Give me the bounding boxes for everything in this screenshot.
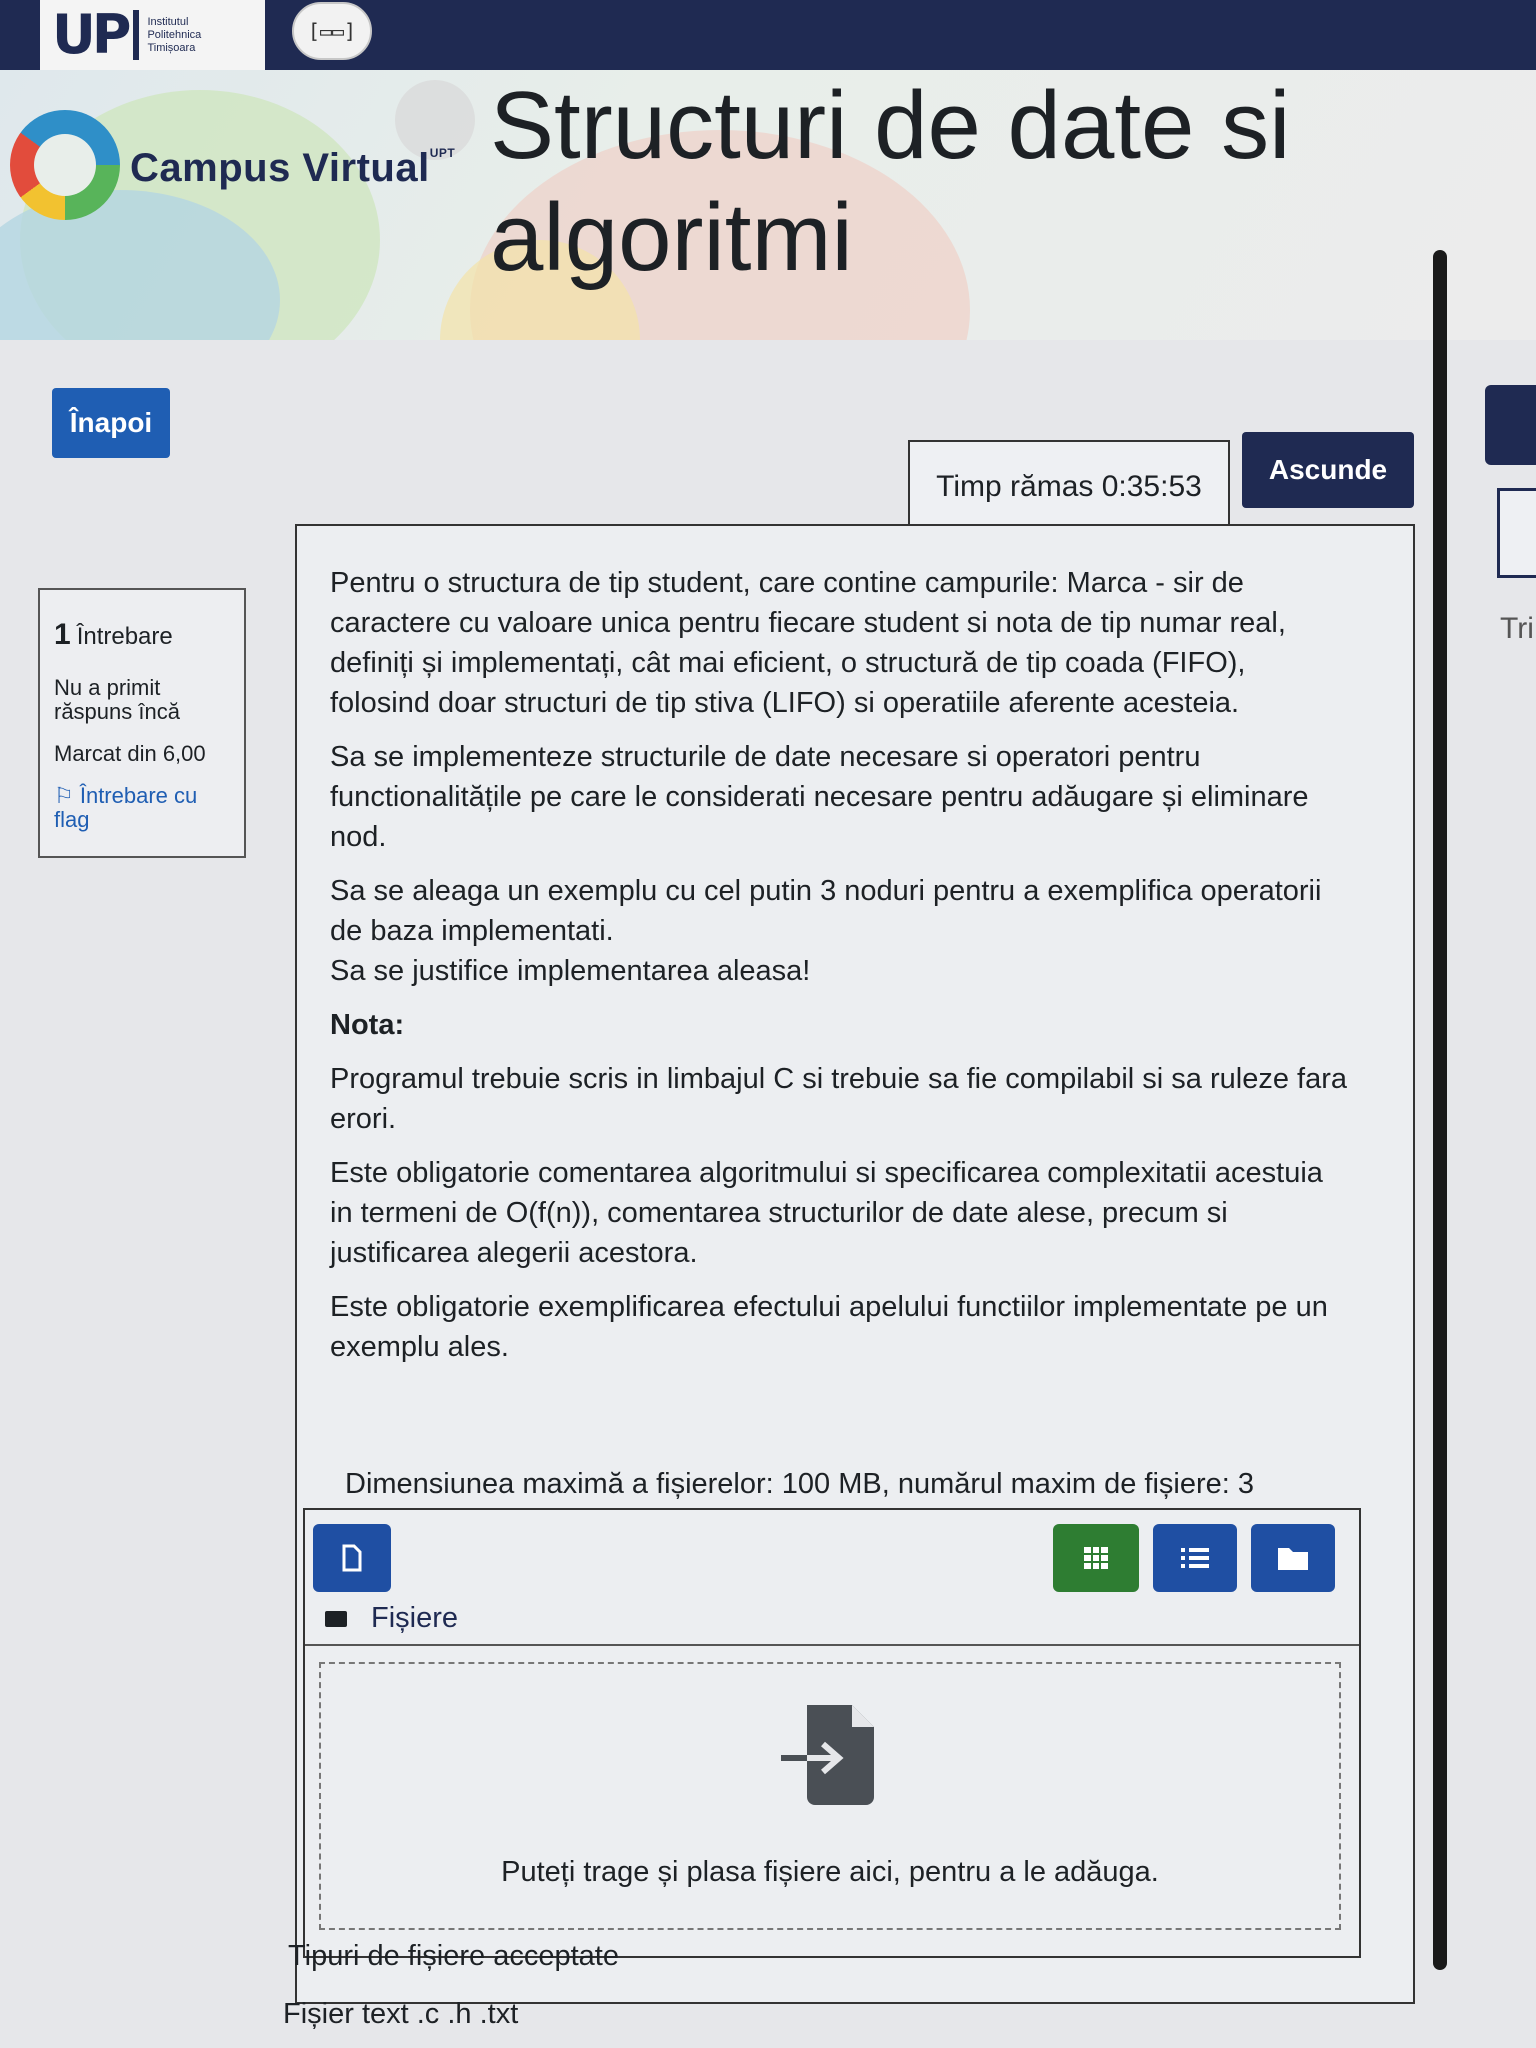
upt-logo-text: UP xyxy=(52,3,131,66)
menu-icon[interactable] xyxy=(1485,385,1536,465)
add-file-button[interactable] xyxy=(313,1524,391,1592)
page-title: Structuri de date si algoritmi xyxy=(490,72,1291,291)
grid-view-icon xyxy=(1084,1547,1108,1569)
back-button[interactable]: Înapoi xyxy=(52,388,170,458)
side-panel-toggle[interactable] xyxy=(1497,488,1536,578)
upt-logo-subtext: Institutul Politehnica Timișoara xyxy=(147,15,202,54)
flag-icon: ⚐ xyxy=(54,783,80,808)
question-paragraph: Sa se aleaga un exemplu cu cel putin 3 n… xyxy=(330,875,1322,947)
timer-display: Timp rămas 0:35:53 xyxy=(908,440,1230,534)
question-number: 1 xyxy=(54,618,71,651)
accepted-types-list: Fișier text .c .h .txt xyxy=(283,1998,519,2030)
side-panel-partial-text: Tri xyxy=(1500,612,1534,645)
question-paragraph: Sa se justifice implementarea aleasa! xyxy=(330,955,811,987)
course-banner: Campus VirtualUPT Structuri de date si a… xyxy=(0,70,1536,340)
page-scrollbar[interactable] xyxy=(1433,250,1447,1970)
cv-badge-icon[interactable]: [▭▭] xyxy=(292,2,372,60)
note-heading: Nota: xyxy=(330,1009,405,1041)
note-paragraph: Este obligatorie exemplificarea efectulu… xyxy=(330,1291,1328,1363)
folder-view-button[interactable] xyxy=(1251,1524,1335,1592)
flag-question-link[interactable]: ⚐ Întrebare cu flag xyxy=(54,784,228,832)
note-paragraph: Este obligatorie comentarea algoritmului… xyxy=(330,1157,1323,1269)
files-breadcrumb[interactable]: Fișiere xyxy=(325,1602,458,1635)
list-view-button[interactable] xyxy=(1153,1524,1237,1592)
question-label: Întrebare xyxy=(76,623,173,650)
answer-status: Nu a primit răspuns încă xyxy=(54,675,180,724)
hide-timer-button[interactable]: Ascunde xyxy=(1242,432,1414,508)
question-paragraph: Sa se implementeze structurile de date n… xyxy=(330,741,1309,853)
dropzone-text: Puteți trage și plasa fișiere aici, pent… xyxy=(501,1856,1159,1888)
folder-icon xyxy=(1278,1548,1308,1570)
grid-view-button[interactable] xyxy=(1053,1524,1139,1592)
note-paragraph: Programul trebuie scris in limbajul C si… xyxy=(330,1063,1348,1135)
upt-logo[interactable]: UP Institutul Politehnica Timișoara xyxy=(40,0,265,70)
file-import-icon xyxy=(781,1705,874,1805)
file-uploader: Fișiere Puteți trage și plasa fișiere ai… xyxy=(303,1508,1361,1958)
folder-icon xyxy=(325,1610,347,1627)
accepted-types-heading: Tipuri de fișiere acceptate xyxy=(288,1940,619,1972)
campus-logo-icon xyxy=(10,110,120,220)
file-dropzone[interactable]: Puteți trage și plasa fișiere aici, pent… xyxy=(319,1662,1341,1930)
question-text: Pentru o structura de tip student, care … xyxy=(330,563,1350,1381)
upload-limits: Dimensiunea maximă a fișierelor: 100 MB,… xyxy=(345,1468,1255,1500)
question-paragraph: Pentru o structura de tip student, care … xyxy=(330,567,1286,719)
question-mark: Marcat din 6,00 xyxy=(54,741,206,766)
campus-virtual-logo[interactable]: Campus VirtualUPT xyxy=(130,146,455,191)
question-info: 1 Întrebare Nu a primit răspuns încă Marc… xyxy=(38,588,246,858)
list-view-icon xyxy=(1181,1548,1209,1568)
add-file-icon xyxy=(342,1544,362,1572)
